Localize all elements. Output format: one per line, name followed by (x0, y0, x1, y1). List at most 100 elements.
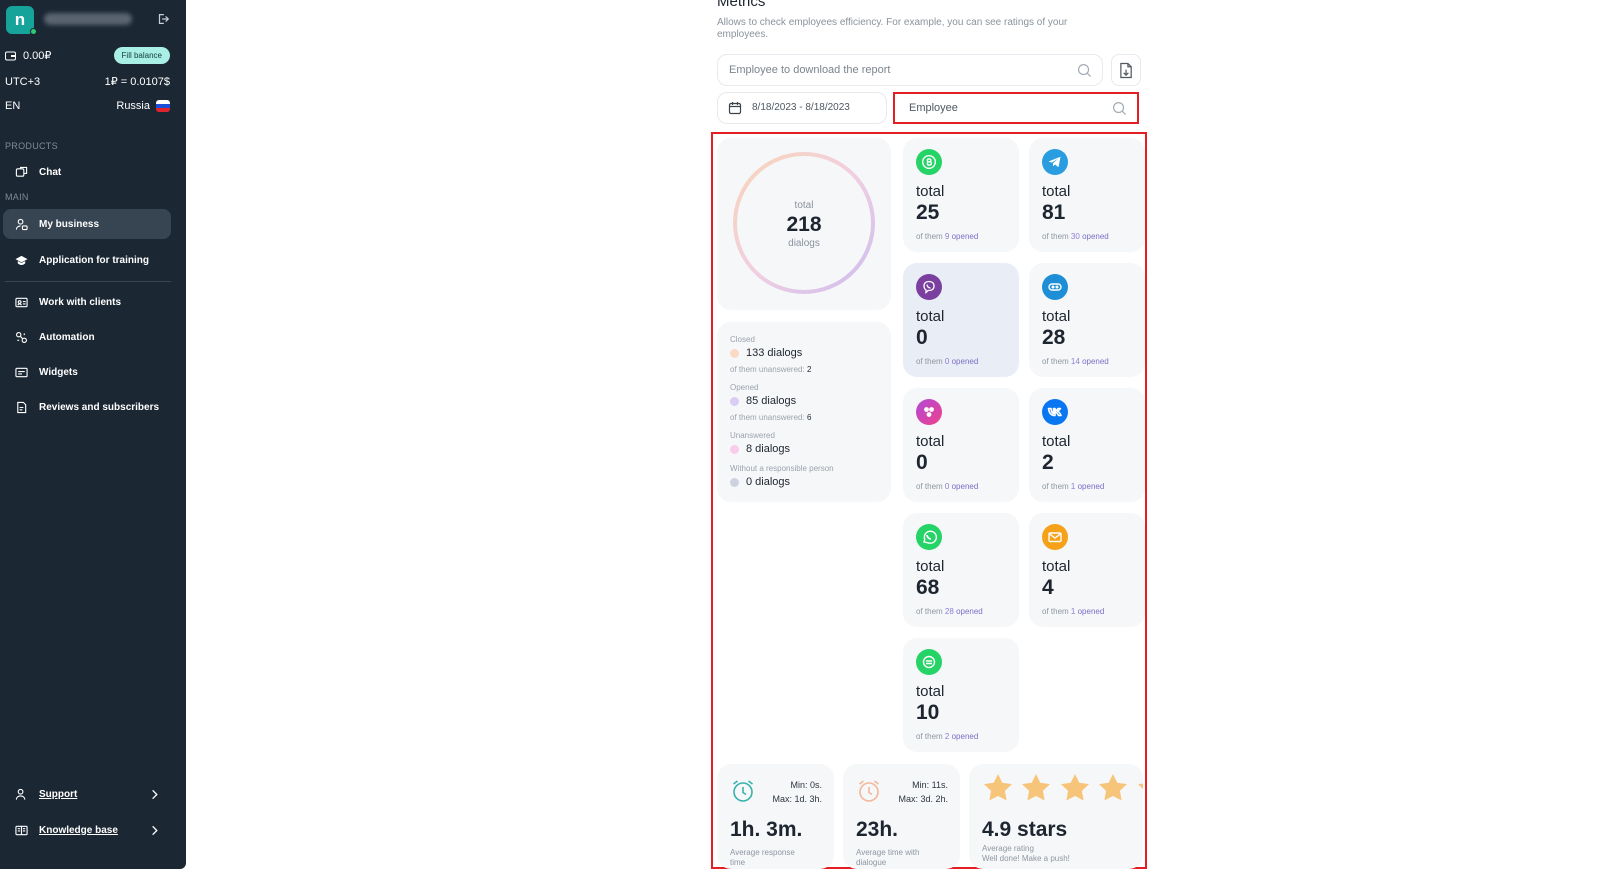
chevron-right-icon (152, 789, 158, 799)
download-report-button[interactable] (1111, 54, 1141, 86)
sidebar-item-knowledge-base[interactable]: Knowledge base (3, 815, 171, 845)
telegram-icon (1042, 149, 1068, 175)
avg-response-label: Average response time (730, 848, 795, 867)
fill-balance-button[interactable]: Fill balance (113, 47, 170, 64)
no-responsible-dot (730, 477, 739, 487)
opened-dialogs: 85 dialogs (746, 395, 797, 407)
page-title: Metrics (717, 0, 766, 10)
channel-card-chat-bot[interactable]: total 28 of them 14 opened (1029, 263, 1145, 377)
sidebar-item-label: Reviews and subscribers (39, 401, 160, 413)
viber-icon (916, 274, 942, 300)
opened-count: 2 (944, 732, 950, 741)
balance-value: 0.00₽ (23, 50, 52, 62)
id-card-icon (15, 297, 28, 307)
channel-total-value: 4 (1042, 576, 1054, 599)
donut-total-value: 218 (786, 213, 822, 236)
channel-total-value: 2 (1042, 451, 1054, 474)
channel-opened-note: of them 0 opened (916, 482, 978, 491)
email-icon (1042, 524, 1068, 550)
timezone-value[interactable]: UTC+3 (5, 76, 40, 88)
channel-card-email[interactable]: total 4 of them 1 opened (1029, 513, 1145, 627)
opened-note-suffix: opened (951, 482, 979, 491)
channel-opened-note: of them 14 opened (1042, 357, 1109, 366)
avg-dialogue-value: 23h. (856, 818, 899, 841)
channel-total-value: 28 (1042, 326, 1066, 349)
opened-dot (730, 396, 739, 406)
opened-value: 85 dialogs (730, 395, 796, 407)
report-employee-placeholder: Employee to download the report (729, 64, 891, 76)
report-employee-search[interactable]: Employee to download the report (717, 54, 1103, 86)
employee-filter-input[interactable]: Employee (893, 92, 1139, 124)
opened-note-prefix: of them (1042, 232, 1069, 241)
section-main: MAIN (5, 192, 29, 202)
opened-note-prefix: of them (916, 732, 943, 741)
no-responsible-label: Without a responsible person (730, 464, 834, 473)
opened-note-prefix: of them (916, 482, 943, 491)
opened-unanswered-count: 6 (806, 413, 812, 422)
channel-card-avito[interactable]: total 10 of them 2 opened (903, 638, 1019, 752)
sidebar-item-label: Widgets (39, 366, 78, 378)
language-selector[interactable]: EN (5, 100, 20, 112)
channel-opened-note: of them 9 opened (916, 232, 978, 241)
donut-top-label: total (794, 200, 814, 211)
channel-opened-note: of them 30 opened (1042, 232, 1109, 241)
channel-opened-note: of them 0 opened (916, 357, 978, 366)
channel-card-whatsapp-business[interactable]: total 25 of them 9 opened (903, 138, 1019, 252)
instagram-icon (916, 399, 942, 425)
channel-card-telegram[interactable]: total 81 of them 30 opened (1029, 138, 1145, 252)
sidebar-item-support[interactable]: Support (3, 779, 171, 809)
opened-note-suffix: opened (1077, 482, 1105, 491)
logout-icon[interactable] (156, 12, 170, 26)
sidebar-item-automation[interactable]: Automation (3, 322, 171, 352)
opened-note-prefix: of them (916, 232, 943, 241)
online-status-dot (30, 28, 37, 35)
response-max: Max: 1d. 3h. (772, 794, 822, 804)
avg-response-card: Min: 0s. Max: 1d. 3h. 1h. 3m. Average res… (717, 764, 834, 869)
sidebar-item-training[interactable]: Application for training (3, 245, 171, 275)
alarm-clock-icon (733, 780, 753, 802)
channel-total-label: total (1042, 558, 1071, 575)
channel-total-label: total (916, 683, 945, 700)
channel-card-instagram[interactable]: total 0 of them 0 opened (903, 388, 1019, 502)
channel-card-vk[interactable]: total 2 of them 1 opened (1029, 388, 1145, 502)
avg-dialogue-card: Min: 11s. Max: 3d. 2h. 23h. Average time … (843, 764, 960, 869)
channel-total-label: total (916, 183, 945, 200)
channel-total-value: 0 (916, 326, 928, 349)
closed-value: 133 dialogs (730, 347, 802, 359)
sidebar-item-reviews[interactable]: Reviews and subscribers (3, 392, 171, 422)
channel-total-label: total (1042, 433, 1071, 450)
donut-bottom-label: dialogs (788, 238, 820, 249)
channel-total-label: total (1042, 183, 1071, 200)
closed-label: Closed (730, 335, 755, 344)
sidebar-item-chat[interactable]: Chat (3, 157, 171, 187)
avg-rating-value: 4.9 stars (982, 818, 1068, 841)
currency-rate: 1₽ = 0.0107$ (104, 76, 170, 88)
channel-opened-note: of them 1 opened (1042, 607, 1104, 616)
sidebar-item-my-business[interactable]: My business (3, 209, 171, 239)
calendar-icon (728, 102, 742, 115)
sidebar: n 0.00₽ Fill balance UTC+3 1₽ = 0.0107$ … (0, 0, 186, 869)
rating-stars (981, 772, 1143, 809)
closed-dialogs: 133 dialogs (746, 347, 803, 359)
chat-icon (15, 166, 28, 177)
channel-total-label: total (916, 308, 945, 325)
search-icon (1077, 63, 1092, 78)
star-icon (1022, 774, 1051, 801)
opened-count: 28 (944, 607, 954, 616)
knowledge-base-label: Knowledge base (39, 824, 118, 836)
business-icon (15, 218, 28, 230)
date-range-picker[interactable]: 8/18/2023 - 8/18/2023 (717, 92, 887, 124)
rating-label: Average rating (982, 844, 1034, 853)
sidebar-item-widgets[interactable]: Widgets (3, 357, 171, 387)
dialog-status-card: Closed 133 dialogs of them unanswered: 2… (717, 322, 891, 502)
closed-unanswered-label: of them unanswered: (730, 365, 805, 374)
country-selector[interactable]: Russia (116, 100, 170, 113)
opened-note-prefix: of them (1042, 607, 1069, 616)
widgets-icon (15, 367, 28, 377)
file-download-icon (1120, 62, 1132, 79)
avg-dialogue-label: Average time with dialogue (856, 848, 920, 867)
sidebar-item-work-with-clients[interactable]: Work with clients (3, 287, 171, 317)
channel-card-whatsapp[interactable]: total 68 of them 28 opened (903, 513, 1019, 627)
channel-card-viber[interactable]: total 0 of them 0 opened (903, 263, 1019, 377)
balance-row: 0.00₽ Fill balance (5, 47, 170, 64)
